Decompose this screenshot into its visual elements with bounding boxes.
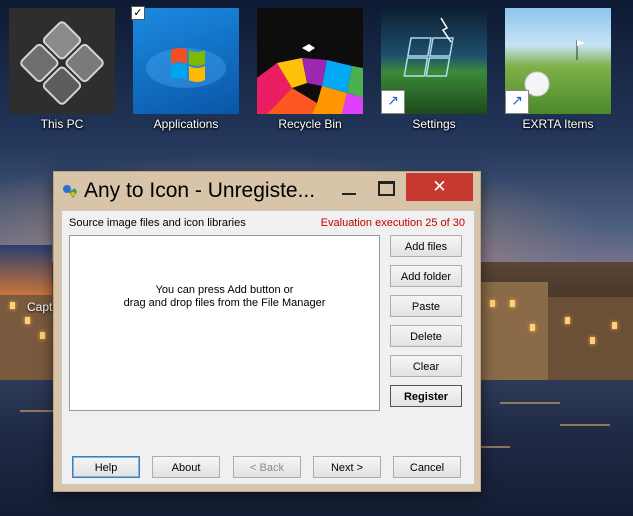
desktop-icon-recycle-bin[interactable]: Recycle Bin	[248, 0, 372, 136]
add-files-button[interactable]: Add files	[390, 235, 462, 257]
about-button[interactable]: About	[152, 456, 220, 478]
any-to-icon-dialog: Any to Icon - Unregiste... ✕ Source imag…	[53, 171, 481, 492]
desktop-icon-label: This PC	[40, 117, 84, 131]
help-button[interactable]: Help	[72, 456, 140, 478]
drop-hint-text: You can press Add button or drag and dro…	[70, 284, 379, 310]
drop-hint-line: drag and drop files from the File Manage…	[123, 297, 326, 309]
dialog-title: Any to Icon - Unregiste...	[84, 179, 316, 202]
desktop-icon-label: EXRTA Items	[522, 117, 594, 131]
desktop-icon-label: Recycle Bin	[278, 117, 342, 131]
desktop-icon-settings[interactable]: ↗ Settings	[372, 0, 496, 136]
desktop-icon-label: Applications	[153, 117, 219, 131]
back-button[interactable]: < Back	[233, 456, 301, 478]
shortcut-arrow-icon: ↗	[505, 90, 529, 114]
shortcut-arrow-icon: ↗	[381, 90, 405, 114]
app-icon	[61, 182, 79, 200]
drop-hint-line: You can press Add button or	[155, 284, 294, 296]
desktop-icon-applications[interactable]: Applications	[124, 0, 248, 136]
source-file-list[interactable]: You can press Add button or drag and dro…	[69, 235, 380, 411]
paste-button[interactable]: Paste	[390, 295, 462, 317]
this-pc-icon	[9, 8, 115, 114]
desktop-icon-exrta-items[interactable]: ↗ EXRTA Items	[496, 0, 620, 136]
evaluation-status: Evaluation execution 25 of 30	[320, 217, 465, 229]
desktop-icon-label: Settings	[412, 117, 456, 131]
hidden-desktop-icon[interactable]	[0, 245, 52, 295]
dialog-client-area: Source image files and icon libraries Ev…	[61, 210, 475, 485]
delete-button[interactable]: Delete	[390, 325, 462, 347]
dialog-titlebar[interactable]: Any to Icon - Unregiste... ✕	[54, 172, 480, 210]
windows-logo-icon	[133, 8, 239, 114]
minimize-button[interactable]	[336, 173, 362, 201]
window-landscape-icon: ↗	[381, 8, 487, 114]
selection-checkbox[interactable]: ✓	[131, 6, 145, 20]
hidden-desktop-icon-label: Capt	[27, 300, 53, 314]
register-button[interactable]: Register	[390, 385, 462, 407]
add-folder-button[interactable]: Add folder	[390, 265, 462, 287]
clear-button[interactable]: Clear	[390, 355, 462, 377]
close-button[interactable]: ✕	[406, 173, 473, 201]
colorful-cubes-icon	[257, 8, 363, 114]
maximize-button[interactable]	[372, 173, 398, 201]
golf-ball-icon: ↗	[505, 8, 611, 114]
cancel-button[interactable]: Cancel	[393, 456, 461, 478]
source-files-label: Source image files and icon libraries	[69, 217, 246, 229]
next-button[interactable]: Next >	[313, 456, 381, 478]
desktop-icon-this-pc[interactable]: This PC	[0, 0, 124, 136]
